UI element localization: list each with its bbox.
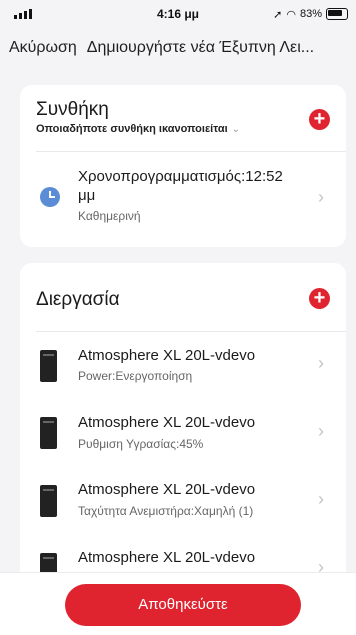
- battery-icon: [326, 8, 348, 20]
- process-item-title: Atmosphere XL 20L-vdevo: [78, 347, 256, 364]
- schedule-title: Χρονοπρογραμματισμός:12:52: [78, 168, 283, 185]
- status-time: 4:16 μμ: [156, 7, 200, 21]
- schedule-repeat: Καθημερινή: [78, 209, 141, 223]
- save-button[interactable]: Αποθηκεύστε: [65, 584, 301, 626]
- process-title: Διεργασία: [36, 289, 120, 310]
- cancel-button[interactable]: Ακύρωση: [0, 39, 77, 57]
- add-process-button[interactable]: +: [309, 288, 330, 309]
- chevron-right-icon: ›: [318, 421, 324, 441]
- process-item-action: Ρυθμιση Υγρασίας:45%: [78, 437, 204, 451]
- clock-icon: [40, 187, 60, 207]
- dehumidifier-icon: [40, 485, 57, 517]
- process-item[interactable]: Atmosphere XL 20L-vdevo Power:Ενεργοποίη…: [20, 331, 346, 399]
- chevron-right-icon: ›: [318, 489, 324, 509]
- page-title: Δημιουργήστε νέα Έξυπνη Λει...: [86, 39, 315, 56]
- process-item-title: Atmosphere XL 20L-vdevo: [78, 414, 256, 431]
- process-item[interactable]: Atmosphere XL 20L-vdevo Ταχύτητα Ανεμιστ…: [20, 467, 346, 535]
- condition-mode-label: Οποιαδήποτε συνθήκη ικανοποιείται: [36, 123, 228, 135]
- chevron-right-icon: ›: [318, 353, 324, 373]
- process-header: Διεργασία: [36, 289, 330, 311]
- process-card: Διεργασία + Atmosphere XL 20L-vdevo Powe…: [20, 263, 346, 623]
- condition-header: Συνθήκη Οποιαδήποτε συνθήκη ικανοποιείτα…: [36, 99, 330, 135]
- schedule-condition-item[interactable]: Χρονοπρογραμματισμός:12:52 μμ Καθημερινή…: [20, 151, 346, 247]
- process-item-title: Atmosphere XL 20L-vdevo: [78, 481, 256, 498]
- process-item-action: Ταχύτητα Ανεμιστήρα:Χαμηλή (1): [78, 504, 254, 518]
- process-item[interactable]: Atmosphere XL 20L-vdevo Ρυθμιση Υγρασίας…: [20, 399, 346, 467]
- schedule-title-cont: μμ: [78, 187, 96, 204]
- dehumidifier-icon: [40, 417, 57, 449]
- condition-card: Συνθήκη Οποιαδήποτε συνθήκη ικανοποιείτα…: [20, 85, 346, 247]
- nav-bar: Ακύρωση Δημιουργήστε νέα Έξυπνη Λει...: [0, 28, 356, 68]
- condition-mode-selector[interactable]: Οποιαδήποτε συνθήκη ικανοποιείται ⌄: [36, 123, 330, 135]
- condition-title: Συνθήκη: [36, 99, 109, 120]
- chevron-down-icon: ⌄: [231, 124, 241, 135]
- add-condition-button[interactable]: +: [309, 109, 330, 130]
- status-bar: 4:16 μμ ➚ ◠ 83%: [0, 0, 356, 28]
- process-item-action: Power:Ενεργοποίηση: [78, 369, 193, 383]
- dehumidifier-icon: [40, 350, 57, 382]
- process-item-title: Atmosphere XL 20L-vdevo: [78, 549, 256, 566]
- chevron-right-icon: ›: [318, 187, 324, 207]
